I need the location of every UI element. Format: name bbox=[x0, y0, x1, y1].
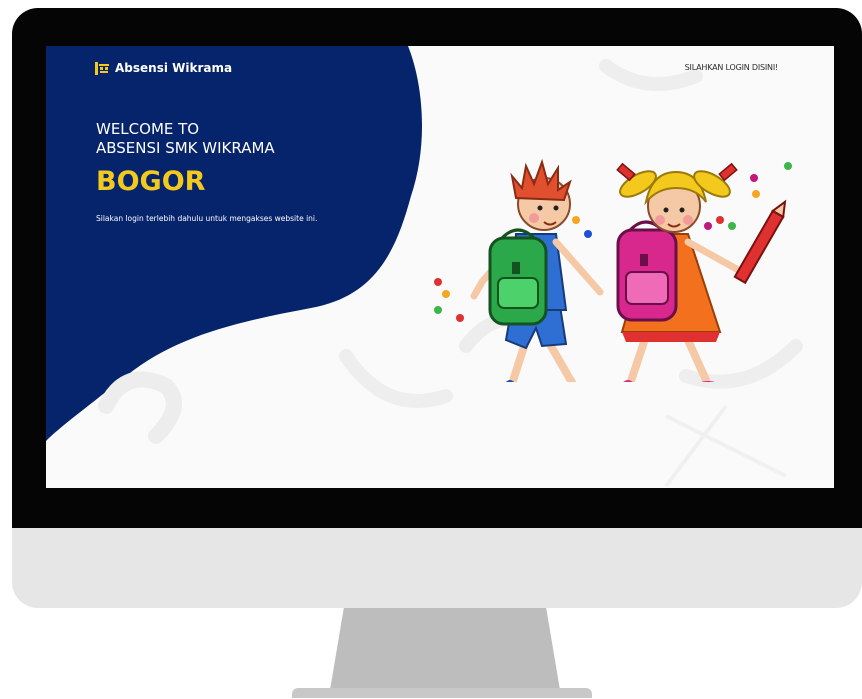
welcome-text: WELCOME TO bbox=[96, 120, 200, 138]
brand-name: Absensi Wikrama bbox=[115, 61, 233, 75]
monitor-stand-base bbox=[292, 688, 592, 698]
boy-figure bbox=[470, 158, 604, 382]
school-name-text: ABSENSI SMK WIKRAMA bbox=[96, 139, 275, 157]
brand-logo-link[interactable]: Absensi Wikrama bbox=[94, 60, 232, 76]
website-screen: Absensi Wikrama SILAHKAN LOGIN DISINI! W… bbox=[46, 46, 834, 488]
login-link[interactable]: SILAHKAN LOGIN DISINI! bbox=[685, 63, 779, 72]
city-heading: BOGOR bbox=[96, 166, 206, 197]
girl-figure bbox=[616, 162, 787, 382]
monitor-stand bbox=[330, 608, 560, 690]
desktop-mockup: Absensi Wikrama SILAHKAN LOGIN DISINI! W… bbox=[0, 0, 862, 699]
school-logo-icon bbox=[95, 62, 109, 75]
confetti-dots bbox=[434, 162, 792, 322]
monitor-chin bbox=[12, 528, 862, 608]
hero-description: Silakan login terlebih dahulu untuk meng… bbox=[96, 214, 318, 223]
school-kids-illustration bbox=[434, 158, 792, 382]
